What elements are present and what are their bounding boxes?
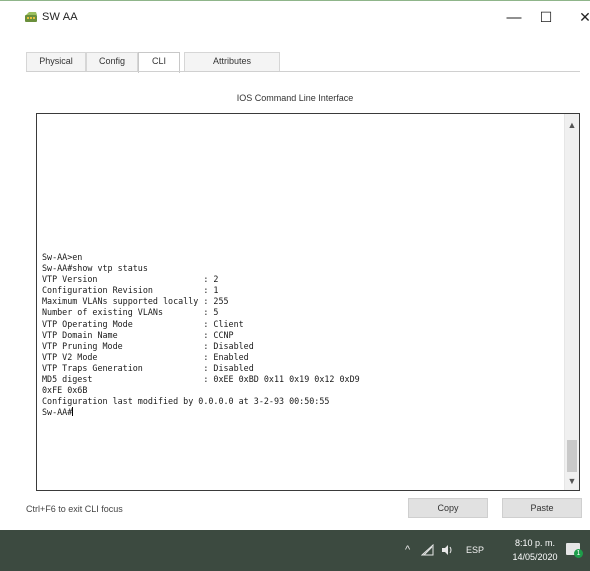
terminal-line: VTP Pruning Mode : Disabled xyxy=(42,340,254,351)
terminal-output: Sw-AA>en Sw-AA#show vtp status VTP Version… xyxy=(42,252,562,418)
terminal-line: Sw-AA#show vtp status xyxy=(42,263,148,274)
terminal-line: VTP Traps Generation : Disabled xyxy=(42,362,254,373)
terminal-line: VTP V2 Mode : Enabled xyxy=(42,351,249,362)
terminal-line: 0xFE 0x6B xyxy=(42,385,88,396)
taskbar: ^ ESP 8:10 p. m. 14/05/2020 1 xyxy=(0,530,590,571)
minimize-button[interactable]: — xyxy=(504,9,524,26)
focus-hint: Ctrl+F6 to exit CLI focus xyxy=(26,504,123,514)
tab-cli[interactable]: CLI xyxy=(138,52,180,73)
terminal-line: Maximum VLANs supported locally : 255 xyxy=(42,296,229,307)
terminal-line: Configuration last modified by 0.0.0.0 a… xyxy=(42,396,330,407)
scroll-thumb[interactable] xyxy=(567,440,577,472)
notification-badge: 1 xyxy=(574,549,583,558)
system-clock[interactable]: 8:10 p. m. 14/05/2020 xyxy=(510,536,560,564)
tab-divider xyxy=(26,71,580,72)
network-icon[interactable] xyxy=(421,544,435,556)
terminal-line: VTP Version : 2 xyxy=(42,274,219,285)
clock-date: 14/05/2020 xyxy=(512,552,558,562)
tab-config[interactable]: Config xyxy=(86,52,138,72)
terminal-line: Sw-AA>en xyxy=(42,252,83,262)
tab-physical[interactable]: Physical xyxy=(26,52,86,72)
switch-app-icon xyxy=(25,12,37,22)
tab-attributes[interactable]: Attributes xyxy=(184,52,280,72)
close-button[interactable]: ✕ xyxy=(575,9,590,26)
terminal-line: VTP Domain Name : CCNP xyxy=(42,329,234,340)
text-cursor xyxy=(72,407,74,417)
clock-time: 8:10 p. m. xyxy=(514,538,556,548)
terminal-line: Sw-AA# xyxy=(42,407,74,418)
window-title: SW AA xyxy=(42,11,78,23)
terminal-line: VTP Operating Mode : Client xyxy=(42,318,244,329)
maximize-button[interactable]: ☐ xyxy=(536,9,556,26)
scroll-up-arrow-icon[interactable]: ▲ xyxy=(565,120,579,130)
paste-button[interactable]: Paste xyxy=(502,498,582,518)
volume-icon[interactable] xyxy=(441,544,455,556)
title-bar[interactable]: SW AA — ☐ ✕ xyxy=(0,0,590,37)
language-indicator[interactable]: ESP xyxy=(466,545,484,555)
cli-terminal[interactable]: Sw-AA>en Sw-AA#show vtp status VTP Version… xyxy=(36,113,580,491)
terminal-line: Configuration Revision : 1 xyxy=(42,285,219,296)
terminal-line: MD5 digest : 0xEE 0xBD 0x11 0x19 0x12 0x… xyxy=(42,374,360,385)
terminal-line: Number of existing VLANs : 5 xyxy=(42,307,219,318)
terminal-scrollbar[interactable]: ▲ ▼ xyxy=(564,114,579,490)
chevron-up-icon[interactable]: ^ xyxy=(405,544,410,556)
copy-button[interactable]: Copy xyxy=(408,498,488,518)
scroll-down-arrow-icon[interactable]: ▼ xyxy=(565,476,579,486)
panel-title: IOS Command Line Interface xyxy=(236,93,354,103)
